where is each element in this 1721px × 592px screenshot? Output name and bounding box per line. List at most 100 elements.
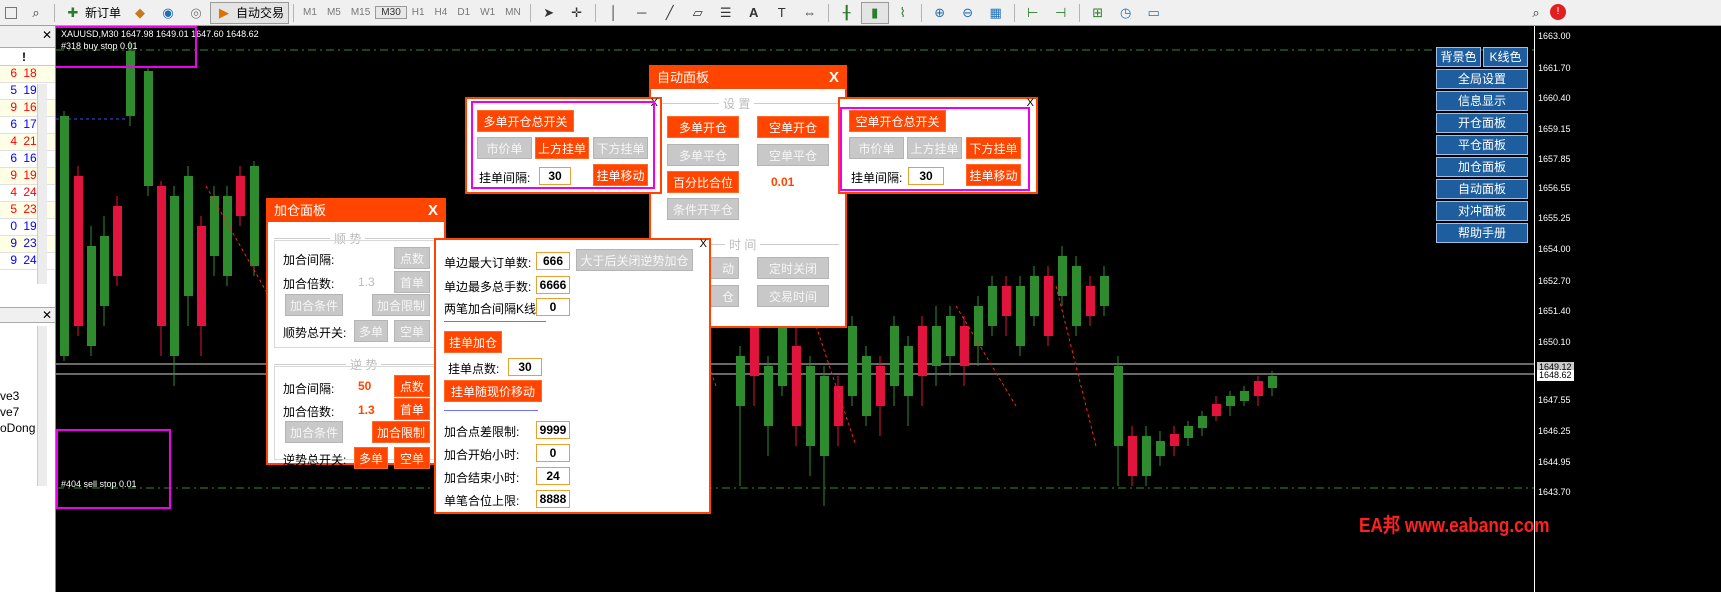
templates-icon[interactable]: ▭ <box>1140 2 1168 24</box>
vertical-line-icon[interactable]: │ <box>600 2 628 24</box>
arrows-icon[interactable]: ⇔ <box>796 2 824 24</box>
counter-condition-button[interactable]: 加合条件 <box>285 421 343 443</box>
auto-trade-button[interactable]: ▶ 自动交易 <box>210 1 290 24</box>
periods-icon[interactable]: ◷ <box>1112 2 1140 24</box>
trading-time-button[interactable]: 交易时间 <box>757 285 829 307</box>
long-close-button[interactable]: 多单平仓 <box>667 144 739 166</box>
trend-limit-button[interactable]: 加合限制 <box>372 294 430 316</box>
max-position-input[interactable]: 8888 <box>536 490 570 508</box>
conditional-close-button[interactable]: 条件开平仓 <box>667 198 739 220</box>
bg-color-button[interactable]: 背景色 <box>1436 47 1481 67</box>
long-upper-pending-button[interactable]: 上方挂单 <box>535 137 589 159</box>
text-icon[interactable]: A <box>740 2 768 24</box>
limit-popup-close-button[interactable]: X <box>700 238 707 250</box>
indicators-icon[interactable]: ⊞ <box>1084 2 1112 24</box>
side-menu-button[interactable]: 信息显示 <box>1436 91 1528 111</box>
notification-icon[interactable]: ! <box>1550 4 1566 20</box>
auto-panel-close-button[interactable]: X <box>829 67 839 89</box>
end-hour-input[interactable]: 24 <box>536 467 570 485</box>
timeframe-m15-button[interactable]: M15 <box>346 7 375 18</box>
fibonacci-icon[interactable]: ☰ <box>712 2 740 24</box>
timeframe-w1-button[interactable]: W1 <box>475 7 500 18</box>
side-menu-button[interactable]: 全局设置 <box>1436 69 1528 89</box>
navigator-icon[interactable]: ◆ <box>126 2 154 24</box>
autoscroll-icon[interactable]: ⊣ <box>1047 2 1075 24</box>
zoom-out-icon[interactable]: ⊖ <box>954 2 982 24</box>
strategy-tester-icon[interactable]: ◉ <box>154 2 182 24</box>
pending-points-input[interactable]: 30 <box>508 358 542 376</box>
spread-limit-input[interactable]: 9999 <box>536 421 570 439</box>
counter-short-button[interactable]: 空单 <box>394 447 430 469</box>
cursor-icon[interactable]: ➤ <box>535 2 563 24</box>
market-watch-row[interactable]: 6 18 <box>0 66 55 83</box>
short-market-button[interactable]: 市价单 <box>849 137 904 159</box>
timed-close-button[interactable]: 定时关闭 <box>757 257 829 279</box>
navigator-item[interactable]: ve7 <box>0 405 19 419</box>
short-close-button[interactable]: 空单平仓 <box>757 144 829 166</box>
long-lower-pending-button[interactable]: 下方挂单 <box>593 137 648 159</box>
pending-add-button[interactable]: 挂单加仓 <box>444 331 502 353</box>
navigator-item[interactable]: ve3 <box>0 389 19 403</box>
timeframe-mn-button[interactable]: MN <box>500 7 526 18</box>
search-icon[interactable]: ⌕ <box>1522 2 1550 24</box>
candlestick-icon[interactable]: ▮ <box>860 1 889 24</box>
signals-icon[interactable]: ◎ <box>182 2 210 24</box>
short-open-button[interactable]: 空单开仓 <box>757 116 829 138</box>
timeframe-m30-button[interactable]: M30 <box>375 6 407 19</box>
long-master-switch-button[interactable]: 多单开仓总开关 <box>477 110 574 132</box>
long-move-pending-button[interactable]: 挂单移动 <box>593 164 648 186</box>
follow-price-button[interactable]: 挂单随现价移动 <box>444 380 542 402</box>
new-order-button[interactable]: ✚ 新订单 <box>59 2 126 24</box>
zoom-in-icon[interactable]: ⊕ <box>926 2 954 24</box>
close-counter-add-button[interactable]: 大于后关闭逆势加仓 <box>576 249 693 271</box>
navigator-scrollbar[interactable] <box>37 326 47 486</box>
channel-icon[interactable]: ▱ <box>684 2 712 24</box>
side-menu-button[interactable]: 加仓面板 <box>1436 157 1528 177</box>
side-menu-button[interactable]: 帮助手册 <box>1436 223 1528 243</box>
timeframe-m5-button[interactable]: M5 <box>322 7 346 18</box>
side-menu-button[interactable]: 平仓面板 <box>1436 135 1528 155</box>
k-interval-input[interactable]: 0 <box>536 298 570 316</box>
side-menu-button[interactable]: 对冲面板 <box>1436 201 1528 221</box>
short-master-switch-button[interactable]: 空单开仓总开关 <box>849 110 946 132</box>
timeframe-h4-button[interactable]: H4 <box>430 7 453 18</box>
horizontal-line-icon[interactable]: ─ <box>628 2 656 24</box>
long-market-button[interactable]: 市价单 <box>477 137 532 159</box>
trend-condition-button[interactable]: 加合条件 <box>285 294 343 316</box>
long-open-button[interactable]: 多单开仓 <box>667 116 739 138</box>
trend-first-button[interactable]: 首单 <box>394 271 430 293</box>
start-hour-input[interactable]: 0 <box>536 444 570 462</box>
label-icon[interactable]: T <box>768 2 796 24</box>
chart-shift-icon[interactable]: ⊢ <box>1019 2 1047 24</box>
timeframe-m1-button[interactable]: M1 <box>298 7 322 18</box>
counter-long-button[interactable]: 多单 <box>354 447 388 469</box>
line-chart-icon[interactable]: ⌇ <box>889 2 917 24</box>
side-menu-button[interactable]: 开仓面板 <box>1436 113 1528 133</box>
add-panel-close-button[interactable]: X <box>428 200 438 222</box>
navigator-item[interactable]: oDong <box>0 421 35 435</box>
trend-points-button[interactable]: 点数 <box>394 247 430 269</box>
short-move-pending-button[interactable]: 挂单移动 <box>966 164 1021 186</box>
timeframe-d1-button[interactable]: D1 <box>452 7 475 18</box>
tile-windows-icon[interactable]: ▦ <box>982 2 1010 24</box>
side-menu-button[interactable]: 自动面板 <box>1436 179 1528 199</box>
timeframe-h1-button[interactable]: H1 <box>407 7 430 18</box>
percent-close-button[interactable]: 百分比合位 <box>667 171 739 193</box>
max-orders-input[interactable]: 666 <box>536 252 570 270</box>
trend-long-button[interactable]: 多单 <box>354 320 388 342</box>
counter-limit-button[interactable]: 加合限制 <box>372 421 430 443</box>
close-icon[interactable]: ✕ <box>42 308 52 322</box>
long-interval-input[interactable]: 30 <box>539 167 571 185</box>
short-upper-pending-button[interactable]: 上方挂单 <box>907 137 962 159</box>
short-lower-pending-button[interactable]: 下方挂单 <box>966 137 1021 159</box>
bar-chart-icon[interactable]: ╂ <box>833 2 861 24</box>
short-interval-input[interactable]: 30 <box>908 167 944 185</box>
crosshair-icon[interactable]: ✛ <box>563 2 591 24</box>
counter-first-button[interactable]: 首单 <box>394 398 430 420</box>
max-lots-input[interactable]: 6666 <box>536 276 570 294</box>
trendline-icon[interactable]: ╱ <box>656 2 684 24</box>
trend-short-button[interactable]: 空单 <box>394 320 430 342</box>
counter-points-button[interactable]: 点数 <box>394 375 430 397</box>
chart-window-icon[interactable] <box>0 2 22 24</box>
close-icon[interactable]: ✕ <box>42 28 52 42</box>
